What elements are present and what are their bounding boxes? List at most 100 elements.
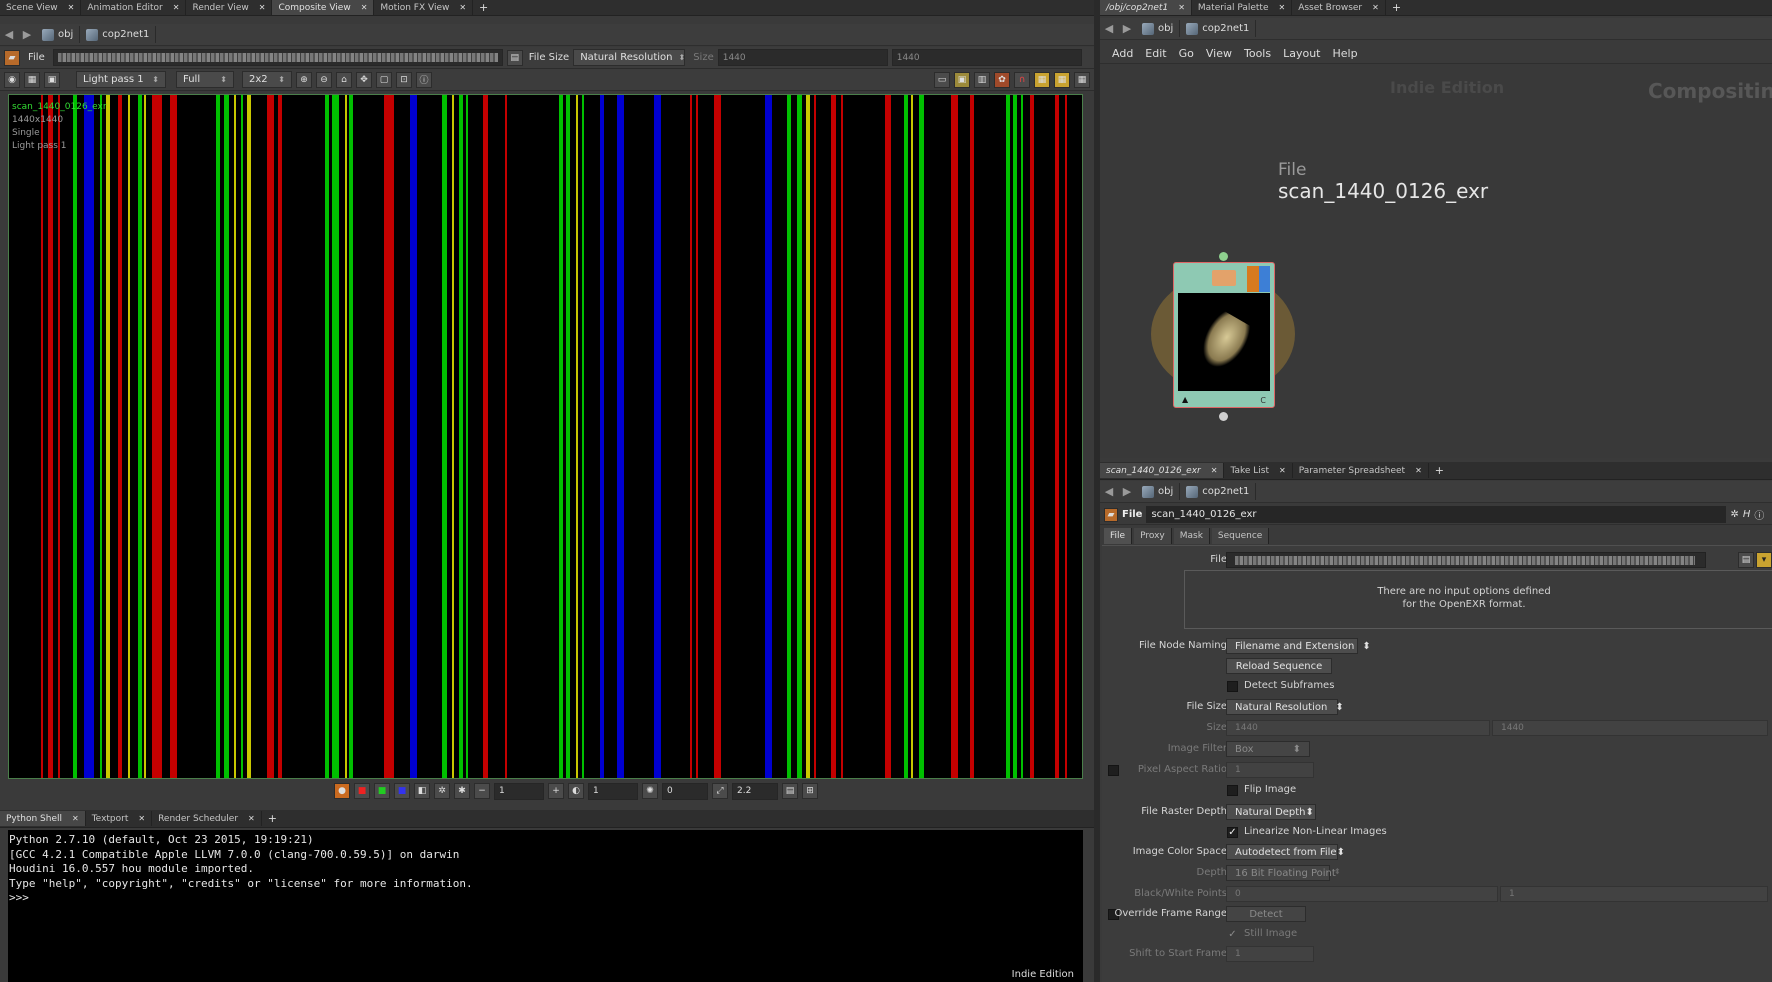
menu-add[interactable]: Add (1112, 47, 1133, 60)
settings-icon[interactable]: ✲ (434, 783, 450, 799)
tab-node-params[interactable]: scan_1440_0126_exr ✕ (1100, 463, 1225, 478)
gear-icon[interactable]: ✲ (1730, 509, 1738, 520)
grid-view-icon[interactable]: ▦ (1054, 71, 1070, 88)
detect-button[interactable]: Detect (1226, 906, 1306, 922)
add-console-tab-button[interactable]: + (262, 812, 283, 825)
reload-sequence-button[interactable]: Reload Sequence (1226, 658, 1332, 674)
menu-edit[interactable]: Edit (1145, 47, 1166, 60)
minus-icon[interactable]: − (474, 783, 490, 799)
plus-icon[interactable]: + (548, 783, 564, 799)
pixel-aspect-field[interactable]: 1 (1226, 762, 1314, 778)
offset-icon[interactable]: ✺ (642, 783, 658, 799)
colorspace-dropdown[interactable]: Autodetect from File ⬍ (1226, 844, 1345, 860)
node-name-field[interactable]: scan_1440_0126_exr (1146, 506, 1727, 523)
raster-depth-dropdown[interactable]: Natural Depth ⬍ (1226, 804, 1316, 820)
add-network-tab-button[interactable]: + (1386, 1, 1407, 14)
home-icon[interactable]: ⌂ (336, 71, 352, 88)
grid-dropdown[interactable]: 2x2 ⬍ (242, 71, 292, 88)
offset-field[interactable]: 0 (662, 782, 708, 800)
info-icon[interactable]: ⓘ (416, 71, 432, 88)
menu-view[interactable]: View (1206, 47, 1232, 60)
back-arrow-icon[interactable]: ◀ (1100, 485, 1118, 498)
tab-textport[interactable]: Textport ✕ (86, 811, 153, 826)
path-cop2net[interactable]: cop2net1 (1180, 20, 1257, 37)
menu-go[interactable]: Go (1179, 47, 1194, 60)
file-size-dropdown[interactable]: Natural Resolution ⬍ (1226, 699, 1344, 715)
tab-sequence[interactable]: Sequence (1211, 528, 1270, 544)
pan-icon[interactable]: ✥ (356, 71, 372, 88)
color-channel-icon[interactable]: ● (334, 783, 350, 799)
single-view-icon[interactable]: ▦ (1074, 71, 1090, 88)
gamma-field[interactable]: 2.2 (732, 782, 778, 800)
node-input-dot[interactable] (1219, 252, 1228, 261)
display-alpha-icon[interactable]: ▦ (24, 71, 40, 88)
lut-icon[interactable]: ✱ (454, 783, 470, 799)
detect-subframes-checkbox[interactable] (1227, 681, 1238, 692)
path-obj[interactable]: obj (1136, 20, 1181, 37)
add-tab-button[interactable]: + (473, 1, 494, 14)
display-color-icon[interactable]: ◉ (4, 71, 20, 88)
tab-mask[interactable]: Mask (1173, 528, 1210, 544)
layout-single-icon[interactable]: ▭ (934, 71, 950, 88)
back-arrow-icon[interactable]: ◀ (1100, 22, 1118, 35)
tab-composite-view[interactable]: Composite View ✕ (272, 0, 375, 15)
tab-obj-cop2net[interactable]: /obj/cop2net1 ✕ (1100, 0, 1192, 15)
black-point-field[interactable]: 0 (1226, 886, 1498, 902)
network-editor[interactable]: Indie Edition Compositin ▲ C File scan_1… (1100, 64, 1772, 458)
layout-compare-icon[interactable]: ▣ (954, 71, 970, 88)
file-path-field[interactable] (52, 49, 503, 66)
tab-python-shell[interactable]: Python Shell ✕ (0, 811, 86, 826)
scope-icon[interactable]: ⊞ (802, 783, 818, 799)
green-channel-icon[interactable]: ■ (374, 783, 390, 799)
still-image-checkbox[interactable]: ✓ (1227, 929, 1238, 940)
forward-arrow-icon[interactable]: ▶ (18, 28, 36, 41)
exposure-icon[interactable]: ◐ (568, 783, 584, 799)
forward-arrow-icon[interactable]: ▶ (1118, 485, 1136, 498)
menu-layout[interactable]: Layout (1283, 47, 1320, 60)
file-size-dropdown[interactable]: Natural Resolution ⬍ (573, 49, 685, 66)
path-obj[interactable]: obj (1136, 483, 1181, 500)
palette-icon[interactable]: ✿ (994, 71, 1010, 88)
magnet-icon[interactable]: ∩ (1014, 71, 1030, 88)
plane-dropdown[interactable]: Light pass 1 ⬍ (76, 71, 166, 88)
zoom-in-icon[interactable]: ⊕ (296, 71, 312, 88)
fit-icon[interactable]: ⊡ (396, 71, 412, 88)
tab-parameter-spreadsheet[interactable]: Parameter Spreadsheet ✕ (1293, 463, 1429, 478)
tab-motion-fx-view[interactable]: Motion FX View ✕ (374, 0, 474, 15)
tab-take-list[interactable]: Take List ✕ (1224, 463, 1293, 478)
file-browse-icon[interactable]: ▤ (506, 49, 523, 66)
tab-proxy[interactable]: Proxy (1134, 528, 1172, 544)
linearize-checkbox[interactable]: ✓ (1227, 827, 1238, 838)
histogram-icon[interactable]: ▤ (782, 783, 798, 799)
frame-icon[interactable]: ▢ (376, 71, 392, 88)
path-cop2net[interactable]: cop2net1 (80, 26, 157, 43)
tab-asset-browser[interactable]: Asset Browser ✕ (1292, 0, 1386, 15)
blue-channel-icon[interactable]: ■ (394, 783, 410, 799)
quad-view-icon[interactable]: ▦ (1034, 71, 1050, 88)
image-viewport[interactable]: scan_1440_0126_exr 1440x1440 Single Ligh… (8, 94, 1083, 779)
resolution-dropdown[interactable]: Full ⬍ (176, 71, 234, 88)
exposure-field[interactable]: 1 (588, 782, 638, 800)
menu-help[interactable]: Help (1333, 47, 1358, 60)
tab-material-palette[interactable]: Material Palette ✕ (1192, 0, 1293, 15)
tab-render-scheduler[interactable]: Render Scheduler ✕ (152, 811, 262, 826)
node-output-dot[interactable] (1219, 412, 1228, 421)
red-channel-icon[interactable]: ■ (354, 783, 370, 799)
display-image-icon[interactable]: ▣ (44, 71, 60, 88)
pane-divider[interactable] (1094, 0, 1100, 982)
gamma-icon[interactable]: ⤢ (712, 783, 728, 799)
help-icon[interactable]: H (1743, 509, 1751, 520)
file-param-field[interactable] (1226, 552, 1706, 568)
frame-field[interactable]: 1 (494, 782, 544, 800)
forward-arrow-icon[interactable]: ▶ (1118, 22, 1136, 35)
path-obj[interactable]: obj (36, 26, 81, 43)
menu-tools[interactable]: Tools (1244, 47, 1271, 60)
file-dropdown-icon[interactable]: ▾ (1756, 552, 1772, 568)
flip-image-checkbox[interactable] (1227, 785, 1238, 796)
size-y-field[interactable]: 1440 (1492, 720, 1768, 736)
size-x-field[interactable]: 1440 (717, 49, 888, 66)
tab-scene-view[interactable]: Scene View ✕ (0, 0, 82, 15)
image-filter-dropdown[interactable]: Box ⬍ (1226, 741, 1310, 757)
add-param-tab-button[interactable]: + (1429, 464, 1450, 477)
size-x-field[interactable]: 1440 (1226, 720, 1490, 736)
